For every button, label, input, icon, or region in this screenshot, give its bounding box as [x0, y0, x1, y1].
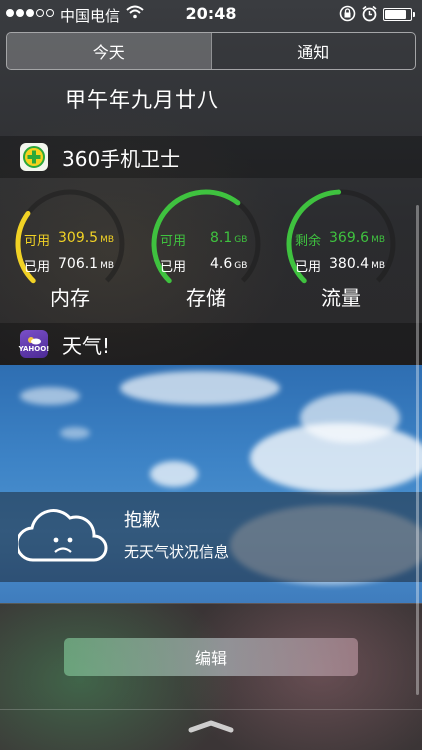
scrollbar[interactable]	[416, 205, 419, 695]
storage-used-value: 4.6	[210, 256, 233, 272]
storage-available-row: 可用 8.1 GB	[160, 230, 260, 249]
traffic-gauge-title: 流量	[321, 286, 361, 310]
widget-header-weather[interactable]: YAHOO! 天气!	[0, 323, 422, 365]
memory-used-unit: MB	[100, 261, 115, 271]
traffic-used-label: 已用	[295, 260, 322, 275]
pull-handle-icon[interactable]	[187, 718, 235, 738]
edit-button[interactable]: 编辑	[64, 638, 358, 676]
widget-header-360[interactable]: 360手机卫士	[0, 136, 422, 178]
yahoo-icon-label: YAHOO!	[18, 345, 50, 353]
battery-level	[385, 10, 407, 19]
weather-message-subtitle: 无天气状况信息	[124, 543, 230, 561]
storage-available-value: 8.1	[210, 230, 233, 246]
storage-used-unit: GB	[234, 261, 248, 271]
orientation-lock-icon	[339, 5, 356, 26]
memory-available-value: 309.5	[58, 230, 99, 246]
alarm-icon	[361, 5, 378, 26]
battery-icon	[383, 8, 415, 21]
memory-gauge-title: 内存	[50, 286, 90, 310]
view-segmented-control: 今天 通知	[6, 32, 416, 70]
storage-gauge[interactable]: 可用 8.1 GB 已用 4.6 GB 存储	[146, 186, 266, 316]
tab-today[interactable]: 今天	[7, 33, 211, 69]
memory-gauge[interactable]: 可用 309.5 MB 已用 706.1 MB 内存	[10, 186, 130, 316]
traffic-remaining-row: 剩余 369.6 MB	[295, 230, 395, 249]
storage-available-unit: GB	[234, 235, 248, 245]
widget-title-weather: 天气!	[62, 333, 111, 358]
yahoo-weather-icon: YAHOO!	[18, 330, 50, 358]
traffic-remaining-unit: MB	[371, 235, 386, 245]
memory-available-label: 可用	[24, 234, 51, 249]
360-shield-icon	[20, 143, 48, 171]
memory-used-row: 已用 706.1 MB	[24, 256, 124, 275]
memory-available-unit: MB	[100, 235, 115, 245]
memory-used-value: 706.1	[58, 256, 99, 272]
traffic-gauge[interactable]: 剩余 369.6 MB 已用 380.4 MB 流量	[281, 186, 401, 316]
traffic-remaining-value: 369.6	[329, 230, 370, 246]
divider	[0, 603, 422, 604]
sad-cloud-icon	[15, 506, 108, 570]
status-time: 20:48	[185, 4, 237, 23]
tab-notifications[interactable]: 通知	[210, 33, 416, 69]
weather-message-title: 抱歉	[124, 510, 160, 531]
storage-available-label: 可用	[160, 234, 187, 249]
storage-used-row: 已用 4.6 GB	[160, 256, 260, 275]
traffic-used-value: 380.4	[329, 256, 370, 272]
status-bar: 中国电信 20:48	[0, 0, 422, 28]
memory-available-row: 可用 309.5 MB	[24, 230, 124, 249]
memory-used-label: 已用	[24, 260, 51, 275]
storage-gauge-title: 存储	[186, 286, 226, 310]
widget-title-360: 360手机卫士	[62, 146, 181, 171]
lunar-date: 甲午年九月廿八	[65, 88, 219, 112]
traffic-used-unit: MB	[371, 261, 386, 271]
divider	[0, 709, 422, 710]
traffic-used-row: 已用 380.4 MB	[295, 256, 395, 275]
storage-used-label: 已用	[160, 260, 187, 275]
traffic-remaining-label: 剩余	[295, 234, 322, 249]
